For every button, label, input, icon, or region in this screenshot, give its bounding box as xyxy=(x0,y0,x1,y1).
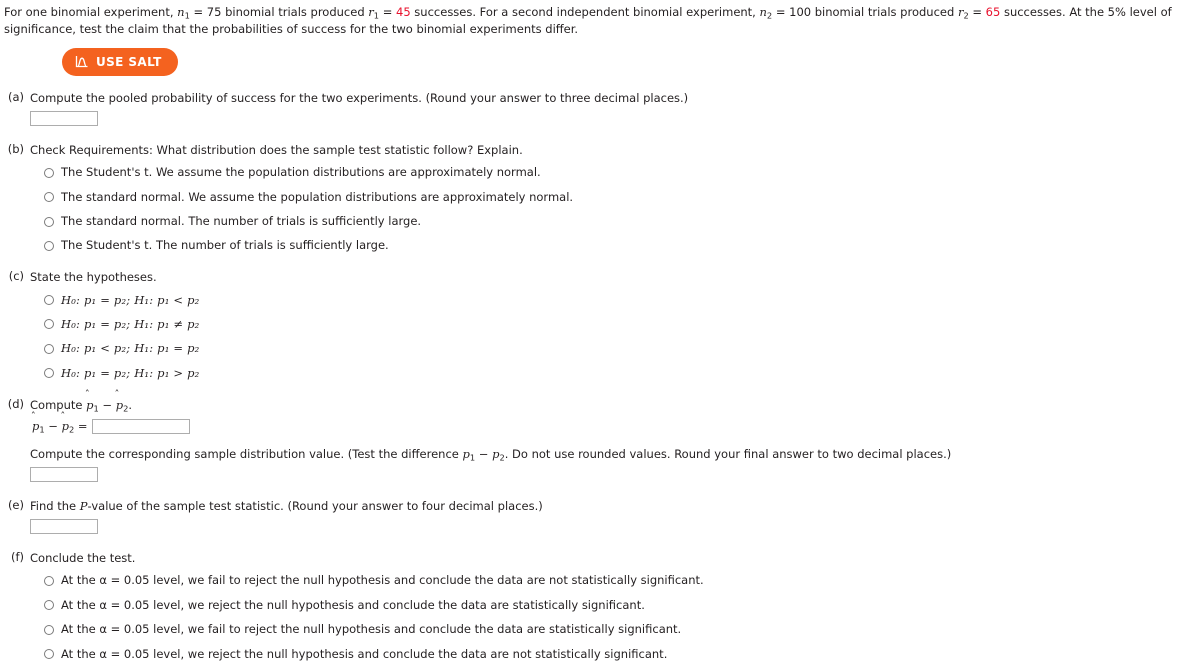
part-c-option-3[interactable]: H₀: p₁ < p₂; H₁: p₁ = p₂ xyxy=(44,341,1200,356)
part-b-label: (b) xyxy=(7,142,24,157)
part-b: (b) Check Requirements: What distributio… xyxy=(0,142,1200,253)
variable-r2: r2 xyxy=(957,5,969,21)
part-c-option-1[interactable]: H₀: p₁ = p₂; H₁: p₁ < p₂ xyxy=(44,293,1200,308)
part-c-prompt: State the hypotheses. xyxy=(30,270,157,285)
part-d-answer-input[interactable] xyxy=(91,418,190,434)
part-d: (d) Compute p̂1 − p̂2. p̂1 − p̂2 = Compu… xyxy=(0,397,1200,483)
part-e: (e) Find the P-value of the sample test … xyxy=(0,498,1200,535)
use-salt-label: USE SALT xyxy=(96,54,162,69)
part-b-option-2[interactable]: The standard normal. We assume the popul… xyxy=(44,190,1200,205)
radio-button[interactable] xyxy=(44,319,54,330)
problem-text-4: successes. For a second independent bino… xyxy=(410,5,760,19)
p-difference-expression: p1 − p2 xyxy=(462,446,505,463)
variable-r1: r1 xyxy=(368,5,380,21)
option-label: At the α = 0.05 level, we fail to reject… xyxy=(61,573,704,588)
radio-button[interactable] xyxy=(44,343,54,354)
part-f-label: (f) xyxy=(10,550,24,565)
option-label: H₀: p₁ = p₂; H₁: p₁ > p₂ xyxy=(61,365,200,380)
problem-text-3: = xyxy=(379,5,397,19)
problem-text-2: = 75 binomial trials produced xyxy=(189,5,369,19)
part-a-prompt: Compute the pooled probability of succes… xyxy=(30,90,689,105)
radio-button[interactable] xyxy=(44,192,54,203)
option-label: At the α = 0.05 level, we fail to reject… xyxy=(61,622,682,637)
part-b-prompt: Check Requirements: What distribution do… xyxy=(30,143,523,158)
part-d-subprompt: Compute the corresponding sample distrib… xyxy=(30,447,1200,462)
radio-button[interactable] xyxy=(44,624,54,635)
radio-button[interactable] xyxy=(44,216,54,227)
part-f-option-4[interactable]: At the α = 0.05 level, we reject the nul… xyxy=(44,647,1200,662)
option-label: The Student's t. We assume the populatio… xyxy=(61,165,541,180)
part-d-equation-label: p̂1 − p̂2 = xyxy=(32,418,88,434)
option-label: The standard normal. The number of trial… xyxy=(61,214,422,229)
part-f-options: At the α = 0.05 level, we fail to reject… xyxy=(30,573,1200,661)
part-d-sub-answer-input[interactable] xyxy=(30,467,98,483)
part-f-option-2[interactable]: At the α = 0.05 level, we reject the nul… xyxy=(44,598,1200,613)
problem-text-5: = 100 binomial trials produced xyxy=(772,5,958,19)
part-f-prompt: Conclude the test. xyxy=(30,551,136,566)
problem-text-6: = xyxy=(968,5,986,19)
radio-button[interactable] xyxy=(44,368,54,379)
part-d-prompt-suffix: . xyxy=(128,397,132,412)
option-label: At the α = 0.05 level, we reject the nul… xyxy=(61,597,645,612)
part-e-label: (e) xyxy=(7,498,24,513)
radio-button[interactable] xyxy=(44,575,54,586)
problem-statement: For one binomial experiment, n1 = 75 bin… xyxy=(0,0,1200,38)
part-e-prompt-text-2: -value of the sample test statistic. (Ro… xyxy=(87,499,543,514)
use-salt-button[interactable]: USE SALT xyxy=(62,47,178,76)
part-c-label: (c) xyxy=(8,269,24,284)
part-c-options: H₀: p₁ = p₂; H₁: p₁ < p₂ H₀: p₁ = p₂; H₁… xyxy=(30,293,1200,381)
option-label: H₀: p₁ = p₂; H₁: p₁ < p₂ xyxy=(61,292,200,307)
option-label: The Student's t. The number of trials is… xyxy=(61,238,389,253)
part-c-option-2[interactable]: H₀: p₁ = p₂; H₁: p₁ ≠ p₂ xyxy=(44,317,1200,332)
option-label: H₀: p₁ < p₂; H₁: p₁ = p₂ xyxy=(61,341,200,356)
radio-button[interactable] xyxy=(44,240,54,251)
part-a: (a) Compute the pooled probability of su… xyxy=(0,89,1200,127)
radio-button[interactable] xyxy=(44,167,54,178)
part-c-option-4[interactable]: H₀: p₁ = p₂; H₁: p₁ > p₂ xyxy=(44,366,1200,381)
phat-difference-expression: p̂1 − p̂2 xyxy=(86,397,129,414)
part-f: (f) Conclude the test. At the α = 0.05 l… xyxy=(0,550,1200,661)
part-d-equation-row: p̂1 − p̂2 = xyxy=(30,419,1200,434)
part-f-option-1[interactable]: At the α = 0.05 level, we fail to reject… xyxy=(44,573,1200,588)
part-b-options: The Student's t. We assume the populatio… xyxy=(30,165,1200,253)
variable-n1: n1 xyxy=(177,5,190,21)
part-d-label: (d) xyxy=(7,396,24,411)
radio-button[interactable] xyxy=(44,600,54,611)
part-d-prompt-prefix: Compute xyxy=(30,397,87,412)
part-b-option-1[interactable]: The Student's t. We assume the populatio… xyxy=(44,165,1200,180)
problem-text-1: For one binomial experiment, xyxy=(4,5,178,19)
part-e-answer-input[interactable] xyxy=(30,519,98,535)
r2-value: 65 xyxy=(985,5,1001,19)
option-label: The standard normal. We assume the popul… xyxy=(61,189,574,204)
part-c: (c) State the hypotheses. H₀: p₁ = p₂; H… xyxy=(0,269,1200,380)
part-b-option-4[interactable]: The Student's t. The number of trials is… xyxy=(44,238,1200,253)
radio-button[interactable] xyxy=(44,294,54,305)
question-parts: (a) Compute the pooled probability of su… xyxy=(0,76,1200,662)
part-e-prompt-text-1: Find the xyxy=(30,499,80,514)
part-d-subprompt-text-2: . Do not use rounded values. Round your … xyxy=(504,446,952,461)
part-e-prompt: Find the P-value of the sample test stat… xyxy=(30,498,1200,514)
radio-button[interactable] xyxy=(44,649,54,660)
part-a-label: (a) xyxy=(7,89,24,104)
part-a-answer-input[interactable] xyxy=(30,111,98,127)
option-label: H₀: p₁ = p₂; H₁: p₁ ≠ p₂ xyxy=(61,316,200,331)
variable-n2: n2 xyxy=(759,5,773,21)
part-d-subprompt-text-1: Compute the corresponding sample distrib… xyxy=(30,446,463,461)
part-d-prompt: Compute p̂1 − p̂2. xyxy=(30,397,1200,415)
r1-value: 45 xyxy=(396,5,411,19)
part-b-option-3[interactable]: The standard normal. The number of trial… xyxy=(44,214,1200,229)
part-f-option-3[interactable]: At the α = 0.05 level, we fail to reject… xyxy=(44,622,1200,637)
distribution-curve-icon xyxy=(75,55,89,68)
p-value-symbol: P xyxy=(79,499,88,514)
option-label: At the α = 0.05 level, we reject the nul… xyxy=(61,646,668,661)
